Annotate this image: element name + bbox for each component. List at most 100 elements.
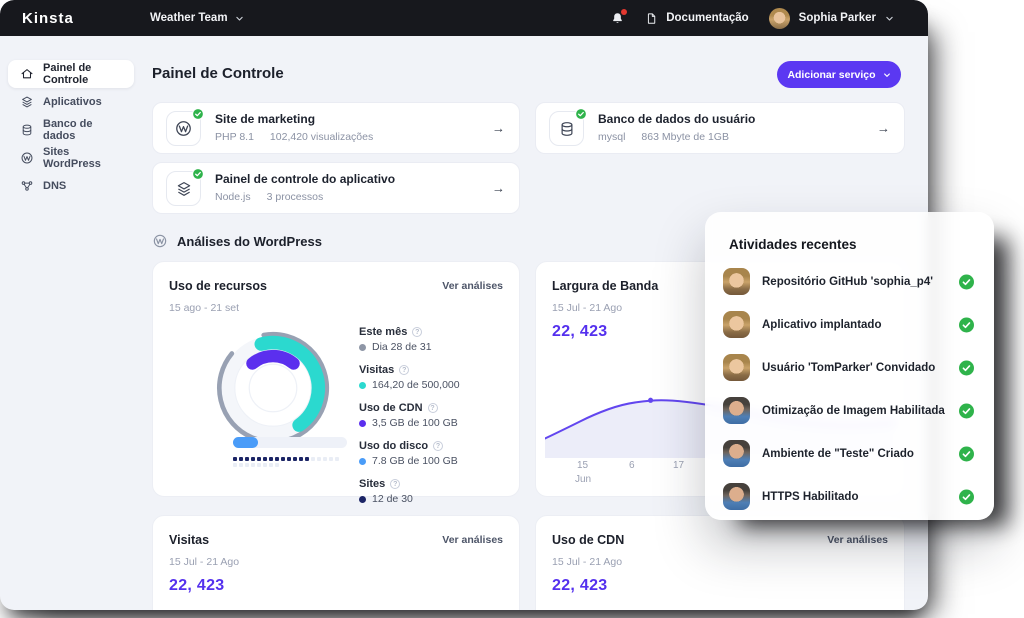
service-card-user-database[interactable]: Banco de dados do usuário mysql 863 Mbyt…: [535, 102, 905, 154]
topbar: Kinsta Weather Team Documentação Sophia …: [0, 0, 928, 36]
chevron-down-icon: [883, 71, 891, 79]
view-analytics-link[interactable]: Ver análises: [827, 534, 888, 546]
tick-month-label: Jun: [575, 474, 591, 485]
activity-label: Usuário 'TomParker' Convidado: [762, 362, 935, 374]
service-card-marketing-site[interactable]: Site de marketing PHP 8.1 102,420 visual…: [152, 102, 520, 154]
dns-icon: [20, 179, 34, 193]
arrow-right-icon[interactable]: →: [492, 181, 505, 196]
service-tile: [549, 111, 584, 146]
activity-avatar: [723, 354, 750, 381]
legend-label: Este mês: [359, 326, 407, 338]
page-title: Painel de Controle: [152, 65, 284, 82]
view-analytics-link[interactable]: Ver análises: [442, 280, 503, 292]
resource-usage-card: Uso de recursos Ver análises 15 ago - 21…: [152, 261, 520, 497]
card-title: Uso de recursos: [169, 279, 267, 293]
check-icon: [959, 446, 974, 461]
bandwidth-value: 22, 423: [552, 323, 607, 341]
status-ok-icon: [192, 168, 204, 180]
legend-item: Visitas? 164,20 de 500,000: [359, 364, 460, 391]
legend-value: 3,5 GB de 100 GB: [372, 417, 458, 429]
service-stat: 3 processos: [267, 191, 324, 203]
arrow-right-icon[interactable]: →: [877, 121, 890, 136]
recent-activities-popup: Atividades recentes Repositório GitHub '…: [705, 212, 994, 520]
service-card-app-dashboard[interactable]: Painel de controle do aplicativo Node.js…: [152, 162, 520, 214]
date-range: 15 Jul - 21 Ago: [169, 556, 239, 568]
wordpress-icon: [174, 119, 193, 138]
help-icon[interactable]: ?: [433, 441, 443, 451]
help-icon[interactable]: ?: [412, 327, 422, 337]
activity-label: Aplicativo implantado: [762, 319, 882, 331]
activity-list: Repositório GitHub 'sophia_p4' Aplicativ…: [705, 260, 994, 518]
legend-dot: [359, 420, 366, 427]
service-tile: [166, 111, 201, 146]
check-icon: [959, 360, 974, 375]
visits-card: Visitas Ver análises 15 Jul - 21 Ago 22,…: [152, 515, 520, 610]
database-icon: [558, 120, 576, 138]
sidebar-item-label: Sites WordPress: [43, 146, 122, 170]
service-runtime: PHP 8.1: [215, 131, 254, 143]
team-switcher[interactable]: Weather Team: [150, 12, 244, 24]
sidebar: Painel de Controle Aplicativos Banco de …: [0, 36, 142, 610]
activity-avatar: [723, 483, 750, 510]
check-icon: [959, 489, 974, 504]
sites-dash-bar: [233, 457, 343, 467]
check-icon: [959, 403, 974, 418]
legend-dot: [359, 458, 366, 465]
service-tile: [166, 171, 201, 206]
notification-dot: [621, 9, 627, 15]
documentation-link[interactable]: Documentação: [645, 11, 748, 26]
help-icon[interactable]: ?: [390, 479, 400, 489]
status-ok-icon: [192, 108, 204, 120]
sidebar-item-label: Aplicativos: [43, 96, 102, 108]
activity-label: Ambiente de "Teste" Criado: [762, 448, 914, 460]
sidebar-item-databases[interactable]: Banco de dados: [8, 116, 134, 144]
view-analytics-link[interactable]: Ver análises: [442, 534, 503, 546]
legend-label: Uso de CDN: [359, 402, 423, 414]
add-service-button[interactable]: Adicionar serviço: [777, 61, 901, 88]
sidebar-item-wordpress-sites[interactable]: Sites WordPress: [8, 144, 134, 172]
chevron-down-icon: [235, 14, 244, 23]
legend-dot: [359, 382, 366, 389]
activity-label: Otimização de Imagem Habilitada: [762, 405, 945, 417]
sidebar-item-dashboard[interactable]: Painel de Controle: [8, 60, 134, 88]
date-range: 15 Jul - 21 Ago: [552, 302, 622, 314]
sidebar-item-label: Painel de Controle: [43, 62, 122, 86]
legend-value: 7.8 GB de 100 GB: [372, 455, 458, 467]
sidebar-item-dns[interactable]: DNS: [8, 172, 134, 200]
notifications-button[interactable]: [610, 11, 625, 26]
resource-legend: Este mês? Dia 28 de 31 Visitas? 164,20 d…: [359, 326, 460, 516]
legend-value: Dia 28 de 31: [372, 341, 432, 353]
home-icon: [20, 67, 34, 81]
activity-label: HTTPS Habilitado: [762, 491, 858, 503]
add-service-label: Adicionar serviço: [787, 69, 875, 81]
legend-item: Uso de CDN? 3,5 GB de 100 GB: [359, 402, 460, 429]
service-runtime: mysql: [598, 131, 625, 143]
check-icon: [959, 317, 974, 332]
section-title: Análises do WordPress: [177, 234, 322, 249]
activity-avatar: [723, 268, 750, 295]
wordpress-analytics-heading: Análises do WordPress: [152, 233, 322, 249]
card-title: Uso de CDN: [552, 533, 624, 547]
chevron-down-icon: [885, 14, 894, 23]
user-menu[interactable]: Sophia Parker: [769, 8, 894, 29]
visits-value: 22, 423: [169, 577, 224, 595]
screenshot-stage: Kinsta Weather Team Documentação Sophia …: [0, 0, 1024, 618]
help-icon[interactable]: ?: [428, 403, 438, 413]
popup-title: Atividades recentes: [729, 237, 857, 252]
legend-dot: [359, 496, 366, 503]
legend-item: Este mês? Dia 28 de 31: [359, 326, 460, 353]
activity-item: Usuário 'TomParker' Convidado: [705, 346, 994, 389]
sidebar-item-applications[interactable]: Aplicativos: [8, 88, 134, 116]
sidebar-item-label: DNS: [43, 180, 66, 192]
database-icon: [20, 123, 34, 137]
legend-value: 164,20 de 500,000: [372, 379, 460, 391]
legend-dot: [359, 344, 366, 351]
wordpress-icon: [20, 151, 34, 165]
wordpress-icon: [152, 233, 168, 249]
document-icon: [645, 11, 658, 26]
arrow-right-icon[interactable]: →: [492, 121, 505, 136]
legend-item: Sites? 12 de 30: [359, 478, 460, 505]
user-name: Sophia Parker: [799, 12, 876, 24]
help-icon[interactable]: ?: [399, 365, 409, 375]
sidebar-item-label: Banco de dados: [43, 118, 122, 142]
